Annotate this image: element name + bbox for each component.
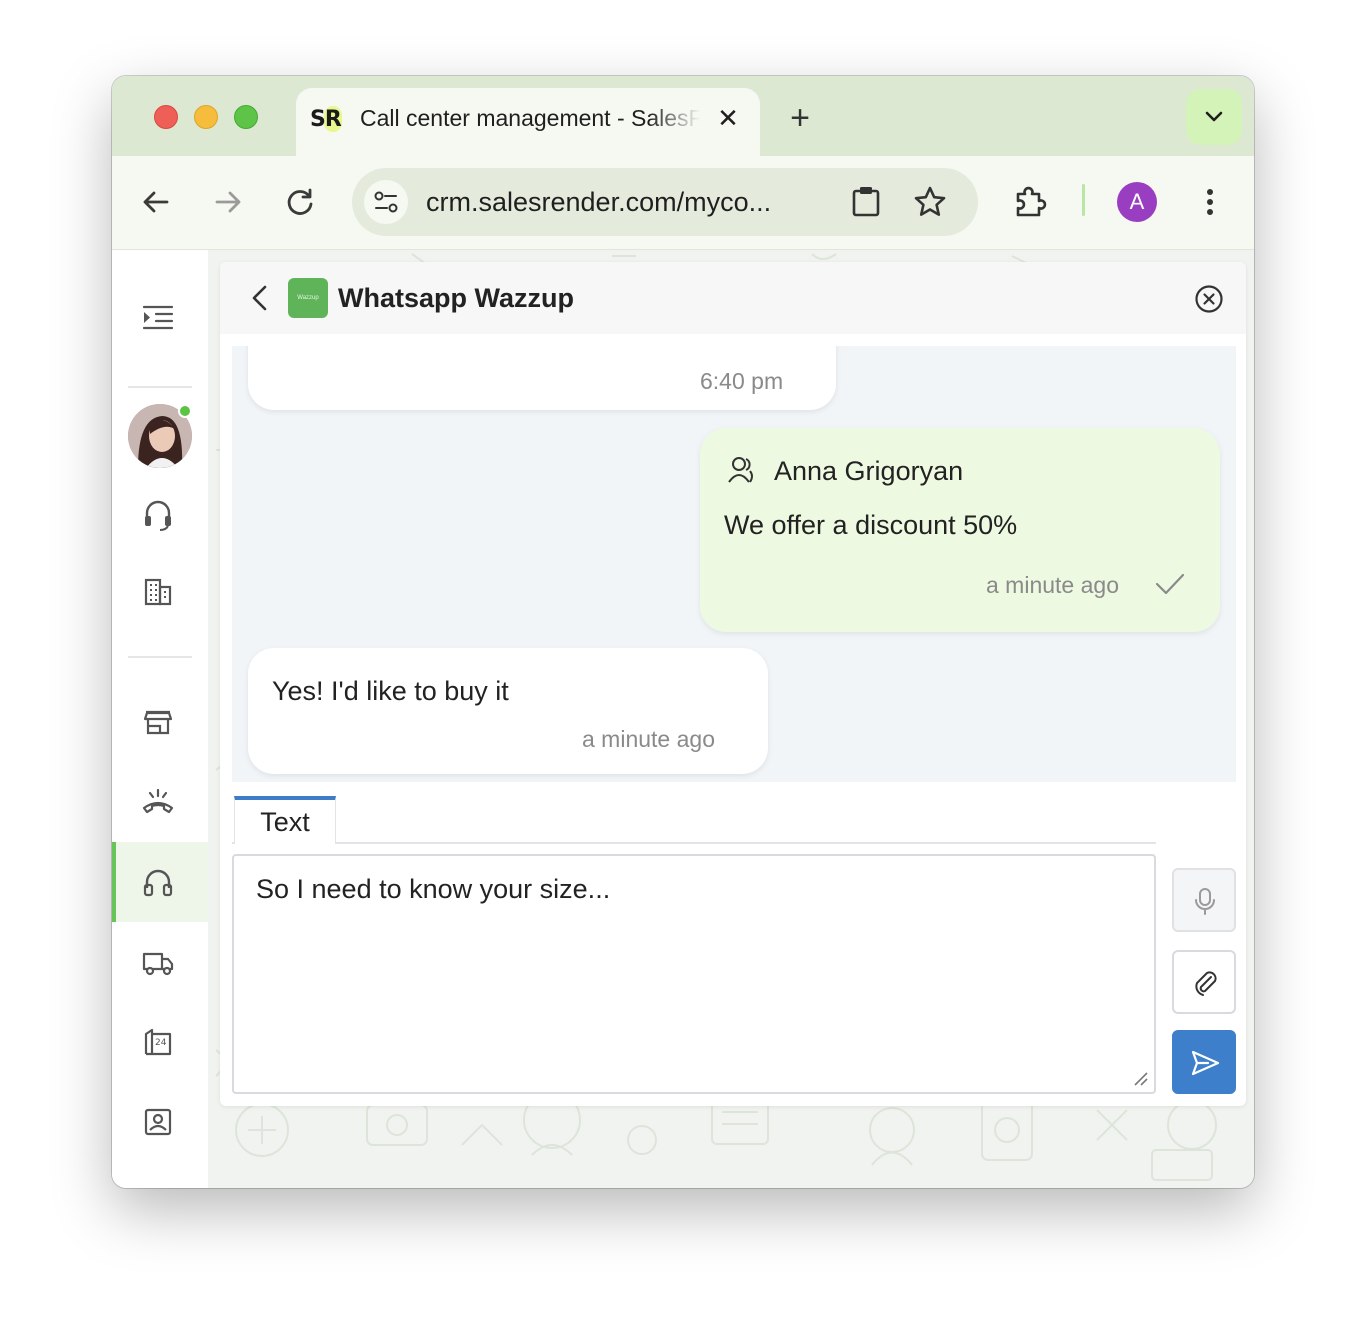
clipboard-icon xyxy=(852,187,880,217)
puzzle-icon xyxy=(1016,186,1047,217)
check-icon xyxy=(1155,573,1185,595)
send-icon xyxy=(1191,1050,1220,1076)
address-bar[interactable]: crm.salesrender.com/myco... xyxy=(352,168,978,236)
close-circle-icon xyxy=(1195,285,1223,313)
attach-file-button[interactable] xyxy=(1172,950,1236,1014)
online-status-indicator xyxy=(178,404,192,418)
close-chat-button[interactable] xyxy=(1194,284,1224,314)
phone-hangup-icon[interactable] xyxy=(140,784,176,820)
message-input[interactable]: So I need to know your size... xyxy=(232,854,1156,1094)
chat-header: Wazzup Whatsapp Wazzup xyxy=(220,262,1246,334)
message-time: a minute ago xyxy=(582,726,715,752)
resize-handle-icon[interactable] xyxy=(1132,1070,1148,1086)
profile-button[interactable]: A xyxy=(1117,182,1157,222)
reload-icon xyxy=(287,188,313,215)
sidebar-divider xyxy=(128,386,192,388)
chevron-left-icon xyxy=(252,285,267,311)
plus-icon[interactable]: + xyxy=(782,100,818,136)
chevron-down-icon xyxy=(1205,111,1223,122)
star-icon xyxy=(914,186,946,216)
message-bubble-incoming: Yes! I'd like to buy it a minute ago xyxy=(248,648,768,774)
chat-title: Whatsapp Wazzup xyxy=(338,283,574,313)
tab-text[interactable]: Text xyxy=(234,796,336,844)
headphones-icon[interactable] xyxy=(140,864,176,900)
truck-icon[interactable] xyxy=(140,944,176,980)
voice-record-button[interactable] xyxy=(1172,868,1236,932)
headset-icon[interactable] xyxy=(140,496,176,532)
message-text: We offer a discount 50% xyxy=(724,510,1018,540)
minimize-window-button[interactable] xyxy=(194,105,218,129)
composer-tabs: Text xyxy=(232,796,1156,844)
send-button[interactable] xyxy=(1172,1030,1236,1094)
toolbar-divider xyxy=(1082,184,1085,216)
kebab-menu-icon xyxy=(1207,189,1213,215)
arrow-right-icon xyxy=(215,191,241,213)
url-text[interactable]: crm.salesrender.com/myco... xyxy=(426,184,816,220)
site-info-button[interactable] xyxy=(364,180,408,224)
back-button[interactable] xyxy=(136,182,176,222)
menu-expand-icon[interactable] xyxy=(140,300,176,336)
zoom-window-button[interactable] xyxy=(234,105,258,129)
message-bubble-incoming: 6:40 pm xyxy=(248,346,836,410)
browser-menu-button[interactable] xyxy=(1190,182,1230,222)
page-content: 24 Wazzup Whatsapp Wazzup 6:40 pm Anna G… xyxy=(112,250,1254,1188)
tab-title: Call center management - SalesRender xyxy=(360,105,700,131)
close-window-button[interactable] xyxy=(154,105,178,129)
contact-card-icon[interactable] xyxy=(140,1104,176,1140)
tab-strip: SR Call center management - SalesRender … xyxy=(112,76,1254,156)
browser-window: SR Call center management - SalesRender … xyxy=(112,76,1254,1188)
arrow-left-icon xyxy=(143,191,169,213)
chat-panel: Wazzup Whatsapp Wazzup 6:40 pm Anna Grig… xyxy=(220,262,1246,1106)
paperclip-icon xyxy=(1195,971,1217,996)
message-bubble-outgoing: Anna Grigoryan We offer a discount 50% a… xyxy=(700,428,1220,632)
close-icon[interactable]: ✕ xyxy=(712,102,744,134)
svg-text:24: 24 xyxy=(155,1038,167,1048)
message-list[interactable]: 6:40 pm Anna Grigoryan We offer a discou… xyxy=(232,346,1236,782)
message-time: 6:40 pm xyxy=(700,368,784,394)
microphone-icon xyxy=(1195,888,1215,915)
forward-button[interactable] xyxy=(208,182,248,222)
tune-icon xyxy=(374,191,398,213)
back-button[interactable] xyxy=(242,280,278,316)
tab-search-button[interactable] xyxy=(1186,89,1242,145)
app-sidebar: 24 xyxy=(112,250,208,1188)
message-time: a minute ago xyxy=(986,572,1119,598)
message-sender: Anna Grigoryan xyxy=(774,456,964,486)
bookmark-button[interactable] xyxy=(910,182,950,222)
message-text: Yes! I'd like to buy it xyxy=(272,676,509,706)
reload-button[interactable] xyxy=(280,182,320,222)
operator-icon xyxy=(728,457,753,483)
extensions-button[interactable] xyxy=(1010,182,1050,222)
sidebar-divider xyxy=(128,656,192,658)
favicon-logo: SR xyxy=(310,106,342,132)
wazzup-logo: Wazzup xyxy=(288,278,328,318)
building-icon[interactable] xyxy=(140,574,176,610)
store-icon[interactable] xyxy=(140,704,176,740)
browser-tab[interactable]: SR Call center management - SalesRender … xyxy=(296,88,760,156)
message-input-value[interactable]: So I need to know your size... xyxy=(256,872,610,906)
clipboard-button[interactable] xyxy=(846,182,886,222)
24h-building-icon[interactable]: 24 xyxy=(140,1024,176,1060)
